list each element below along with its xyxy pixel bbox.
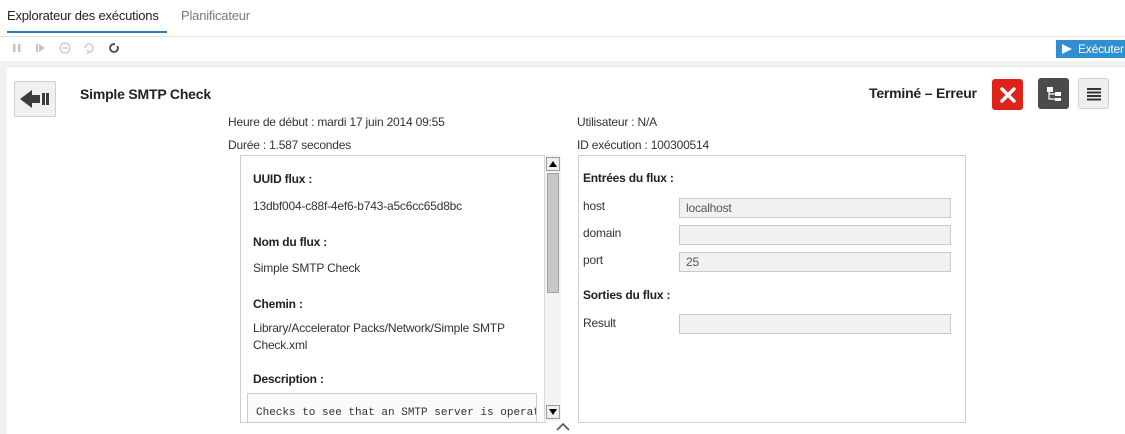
scroll-up-icon[interactable] bbox=[546, 157, 560, 171]
refresh-icon[interactable] bbox=[107, 41, 121, 55]
tab-scheduler[interactable]: Planificateur bbox=[181, 8, 250, 23]
scroll-thumb[interactable] bbox=[547, 173, 559, 293]
expand-chevron-icon[interactable] bbox=[556, 421, 570, 431]
input-field-domain[interactable] bbox=[679, 225, 951, 245]
info-scrollbar[interactable] bbox=[544, 155, 561, 421]
input-field-port[interactable]: 25 bbox=[679, 252, 951, 272]
list-view-icon bbox=[1086, 87, 1101, 100]
run-button[interactable]: Exécuter bbox=[1056, 40, 1125, 58]
duration: Durée : 1.587 secondes bbox=[228, 138, 352, 152]
output-field-result[interactable] bbox=[679, 314, 951, 334]
error-status-icon bbox=[992, 79, 1023, 110]
start-time: Heure de début : mardi 17 juin 2014 09:5… bbox=[228, 115, 445, 129]
user: Utilisateur : N/A bbox=[577, 115, 657, 129]
path-value: Library/Accelerator Packs/Network/Simple… bbox=[253, 321, 505, 352]
run-button-label: Exécuter bbox=[1078, 42, 1124, 56]
output-label-result: Result bbox=[583, 316, 616, 330]
input-label-port: port bbox=[583, 253, 603, 267]
tab-run-explorer[interactable]: Explorateur des exécutions bbox=[7, 8, 167, 33]
description-label: Description : bbox=[253, 372, 324, 386]
pause-icon[interactable] bbox=[10, 41, 24, 55]
path-label: Chemin : bbox=[253, 297, 303, 311]
toolbar bbox=[0, 37, 1125, 61]
description-value: Checks to see that an SMTP server is ope… bbox=[247, 393, 537, 422]
flow-inputs-title: Entrées du flux : bbox=[583, 171, 674, 185]
tab-bar: Explorateur des exécutions Planificateur bbox=[0, 0, 1125, 37]
list-view-button[interactable] bbox=[1078, 78, 1109, 109]
tree-view-icon bbox=[1046, 86, 1061, 101]
cancel-icon[interactable] bbox=[58, 41, 72, 55]
run-id: ID exécution : 100300514 bbox=[577, 138, 709, 152]
flow-io-box: Entrées du flux : host localhost domain … bbox=[578, 155, 966, 423]
flow-outputs-title: Sorties du flux : bbox=[583, 288, 671, 302]
back-arrow-icon bbox=[20, 90, 49, 108]
input-label-domain: domain bbox=[583, 226, 622, 240]
input-field-host[interactable]: localhost bbox=[679, 198, 951, 218]
reassign-icon[interactable] bbox=[82, 41, 96, 55]
scroll-down-icon[interactable] bbox=[546, 405, 560, 419]
run-status: Terminé – Erreur bbox=[869, 85, 977, 101]
flow-name-value: Simple SMTP Check bbox=[253, 261, 361, 275]
resume-icon[interactable] bbox=[34, 41, 48, 55]
input-label-host: host bbox=[583, 199, 605, 213]
flow-title: Simple SMTP Check bbox=[80, 86, 211, 102]
play-icon bbox=[1062, 44, 1072, 54]
back-button[interactable] bbox=[14, 81, 56, 117]
uuid-value: 13dbf004-c88f-4ef6-b743-a5c6cc65d8bc bbox=[253, 199, 462, 213]
flow-info-box: UUID flux : 13dbf004-c88f-4ef6-b743-a5c6… bbox=[240, 155, 561, 423]
flow-name-label: Nom du flux : bbox=[253, 235, 328, 249]
tree-view-button[interactable] bbox=[1038, 78, 1069, 109]
flow-info-content: UUID flux : 13dbf004-c88f-4ef6-b743-a5c6… bbox=[240, 155, 546, 423]
uuid-label: UUID flux : bbox=[253, 172, 313, 186]
